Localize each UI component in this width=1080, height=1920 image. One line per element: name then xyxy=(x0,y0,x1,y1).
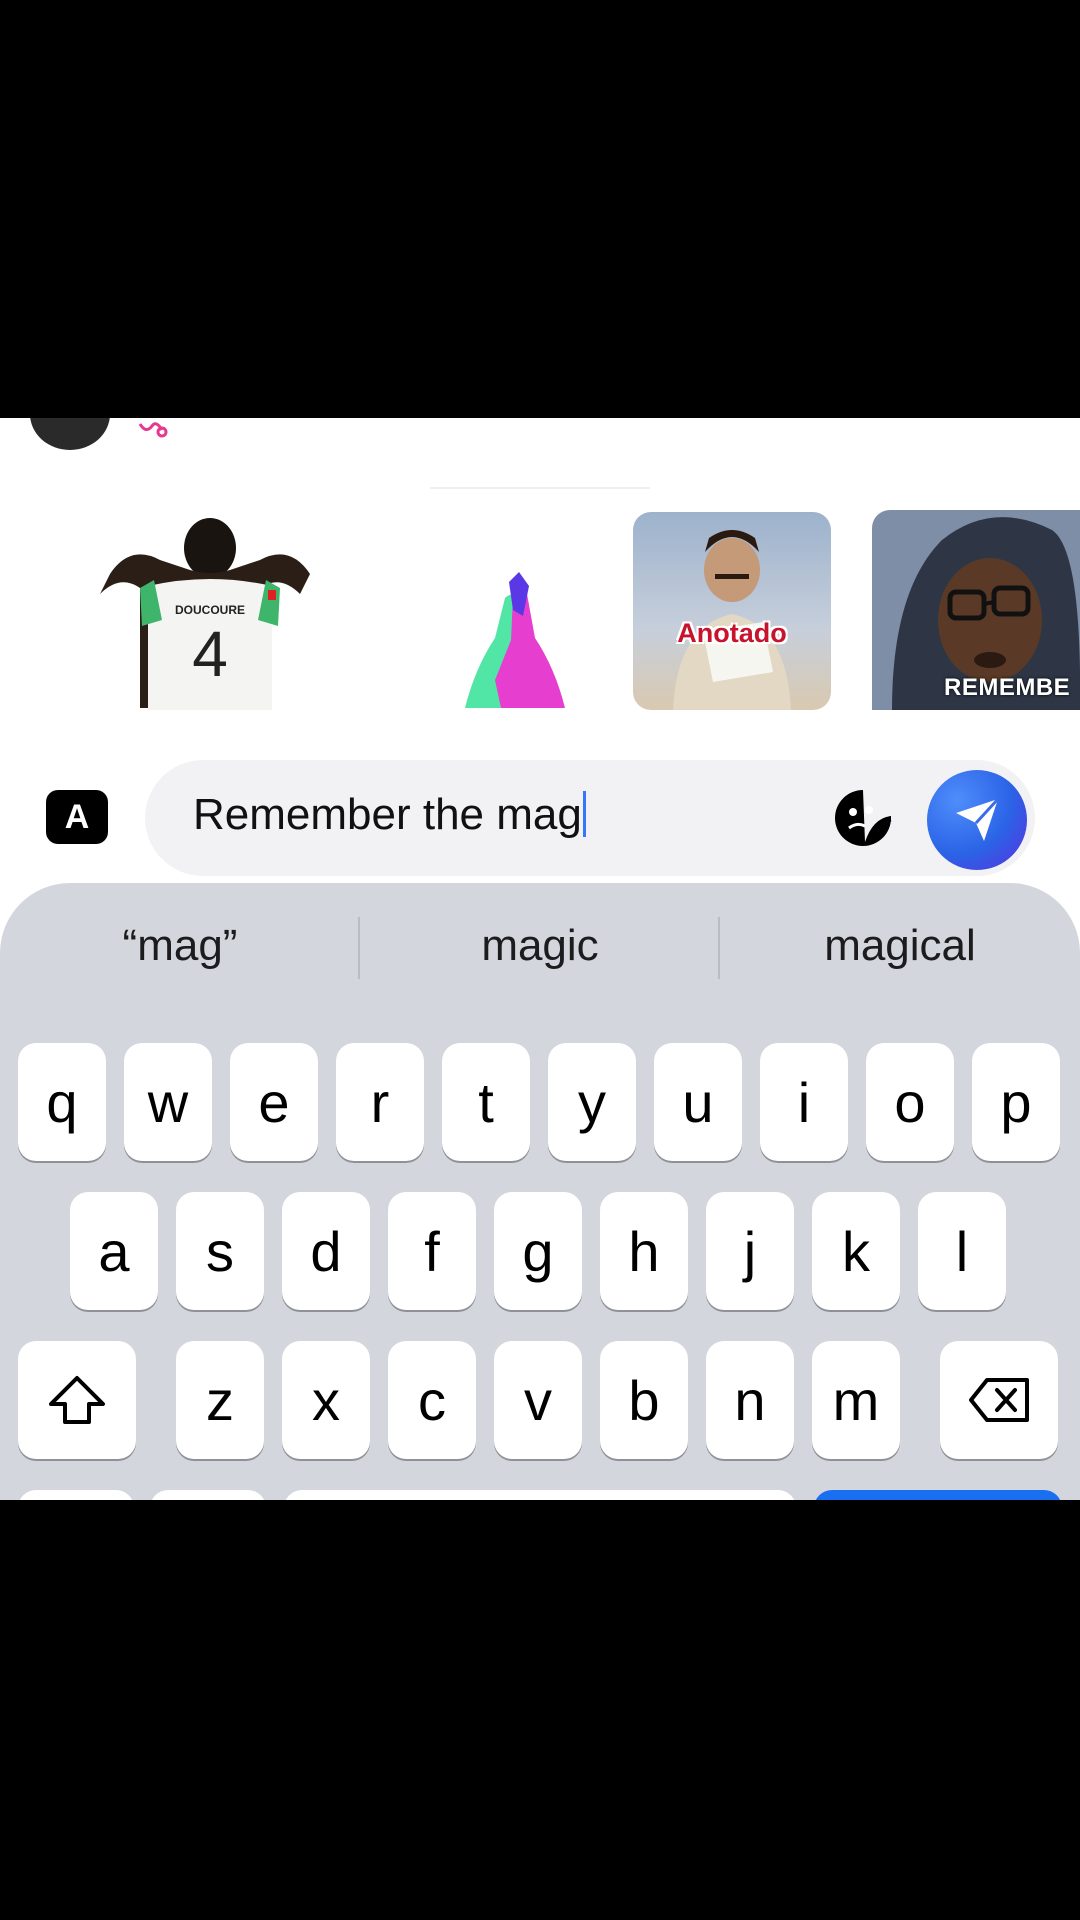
sticker-player-jersey[interactable]: DOUCOURE 4 xyxy=(90,514,330,710)
key-g[interactable]: g xyxy=(494,1192,582,1310)
send-button[interactable] xyxy=(927,770,1027,870)
key-v[interactable]: v xyxy=(494,1341,582,1459)
message-input[interactable]: Remember the mag xyxy=(145,760,1035,876)
sticker-remember-label: REMEMBE xyxy=(944,674,1071,701)
key-q[interactable]: q xyxy=(18,1043,106,1161)
key-n[interactable]: n xyxy=(706,1341,794,1459)
suggestion-magic[interactable]: magic xyxy=(360,921,720,971)
key-f[interactable]: f xyxy=(388,1192,476,1310)
message-composer: A Remember the mag xyxy=(0,738,1080,876)
sticker-face-icon[interactable] xyxy=(833,788,893,848)
sticker-suggestions: DOUCOURE 4 Anotado REMEMBE xyxy=(0,510,1080,710)
sticker-remember[interactable]: REMEMBE xyxy=(872,510,1080,710)
key-x[interactable]: x xyxy=(282,1341,370,1459)
suggestion-bar: “mag” magic magical xyxy=(0,883,1080,1015)
key-k[interactable]: k xyxy=(812,1192,900,1310)
sticker-anotado[interactable]: Anotado xyxy=(633,512,831,710)
key-b[interactable]: b xyxy=(600,1341,688,1459)
key-u[interactable]: u xyxy=(654,1043,742,1161)
suggestion-magical[interactable]: magical xyxy=(720,921,1080,971)
sticker-high-five[interactable] xyxy=(455,570,575,710)
key-j[interactable]: j xyxy=(706,1192,794,1310)
key-e[interactable]: e xyxy=(230,1043,318,1161)
return-key[interactable] xyxy=(814,1490,1062,1500)
key-a[interactable]: a xyxy=(70,1192,158,1310)
svg-text:DOUCOURE: DOUCOURE xyxy=(175,603,245,617)
faint-divider xyxy=(430,487,650,489)
key-s[interactable]: s xyxy=(176,1192,264,1310)
key-c[interactable]: c xyxy=(388,1341,476,1459)
key-m[interactable]: m xyxy=(812,1341,900,1459)
space-key[interactable] xyxy=(284,1490,796,1500)
key-d[interactable]: d xyxy=(282,1192,370,1310)
numbers-key[interactable] xyxy=(18,1490,134,1500)
text-caret xyxy=(582,791,586,837)
screen: DOUCOURE 4 Anotado REMEMBE A Remember th… xyxy=(0,418,1080,1500)
key-l[interactable]: l xyxy=(918,1192,1006,1310)
key-p[interactable]: p xyxy=(972,1043,1060,1161)
emoji-key[interactable] xyxy=(150,1490,266,1500)
sticker-anotado-label: Anotado xyxy=(677,618,787,648)
key-i[interactable]: i xyxy=(760,1043,848,1161)
pink-doodle-icon xyxy=(138,422,168,438)
key-o[interactable]: o xyxy=(866,1043,954,1161)
delete-key[interactable] xyxy=(940,1341,1058,1459)
svg-text:4: 4 xyxy=(192,618,228,690)
key-w[interactable]: w xyxy=(124,1043,212,1161)
key-t[interactable]: t xyxy=(442,1043,530,1161)
message-input-text: Remember the mag xyxy=(193,790,582,839)
previous-message-strip xyxy=(0,418,1080,489)
send-paper-plane-icon xyxy=(956,797,1000,841)
backspace-icon xyxy=(969,1378,1029,1422)
key-z[interactable]: z xyxy=(176,1341,264,1459)
shift-arrow-icon xyxy=(49,1376,105,1424)
shift-key[interactable] xyxy=(18,1341,136,1459)
key-r[interactable]: r xyxy=(336,1043,424,1161)
apps-button[interactable]: A xyxy=(46,790,108,844)
avatar xyxy=(30,418,110,450)
key-y[interactable]: y xyxy=(548,1043,636,1161)
suggestion-quoted[interactable]: “mag” xyxy=(0,921,360,971)
key-h[interactable]: h xyxy=(600,1192,688,1310)
keyboard: “mag” magic magical q w e r t y u i o p … xyxy=(0,883,1080,1500)
